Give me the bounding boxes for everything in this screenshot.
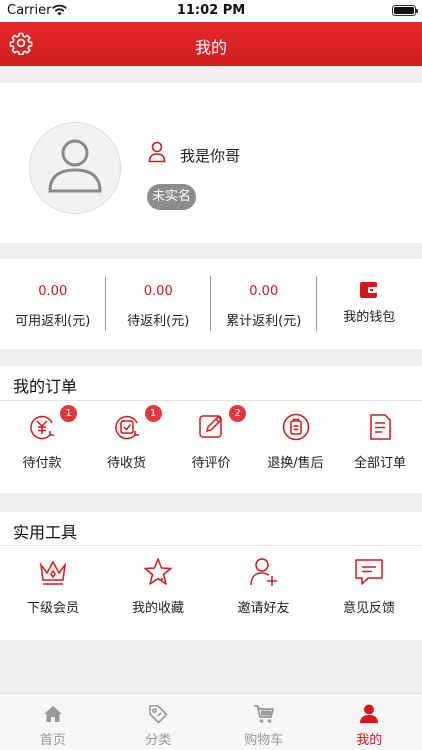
invite-friends-label: 邀请好友 xyxy=(237,601,290,616)
pending-rebate-label: 待返利(元) xyxy=(127,314,190,329)
tab-category-label: 分类 xyxy=(145,733,172,748)
home-icon xyxy=(43,706,62,722)
tab-home-label: 首页 xyxy=(39,733,66,748)
person-icon xyxy=(360,704,379,723)
order-return-service[interactable]: 退换/售后 xyxy=(254,411,338,471)
order-pending-review[interactable]: 2 待评价 xyxy=(169,405,253,471)
available-rebate[interactable]: 0.00 可用返利(元) xyxy=(0,276,106,336)
tool-feedback[interactable]: 意见反馈 xyxy=(327,556,411,616)
status-bar: Carrier 11:02 PM xyxy=(0,0,422,22)
feedback-icon xyxy=(355,559,383,585)
invite-friend-icon xyxy=(249,558,277,586)
total-rebate-value: 0.00 xyxy=(249,284,279,299)
tab-mine-label: 我的 xyxy=(356,733,383,748)
wallet-icon xyxy=(360,282,378,298)
feedback-label: 意见反馈 xyxy=(342,601,395,616)
tag-icon xyxy=(149,705,168,724)
return-service-icon xyxy=(282,413,309,441)
pending-review-label: 待评价 xyxy=(191,456,231,471)
crown-icon xyxy=(39,560,67,585)
pending-receipt-badge: 1 xyxy=(144,405,162,422)
my-wallet-button[interactable]: 我的钱包 xyxy=(317,276,422,336)
page-title: 我的 xyxy=(194,38,227,57)
total-rebate[interactable]: 0.00 累计返利(元) xyxy=(211,276,317,336)
tab-bar: 首页 分类 购物车 我的 xyxy=(0,693,422,750)
pending-receipt-icon xyxy=(114,415,139,440)
battery-icon xyxy=(392,5,418,16)
tools-section-title: 实用工具 xyxy=(13,523,78,542)
pending-review-badge: 2 xyxy=(229,405,246,422)
available-rebate-value: 0.00 xyxy=(38,284,68,299)
tab-cart[interactable]: 购物车 xyxy=(211,694,317,750)
tool-subordinate-members[interactable]: 下级会员 xyxy=(11,556,95,616)
tab-cart-label: 购物车 xyxy=(244,733,284,748)
tool-invite-friends[interactable]: 邀请好友 xyxy=(222,556,306,616)
pending-review-icon xyxy=(199,415,223,438)
user-icon xyxy=(148,141,166,163)
avatar[interactable] xyxy=(29,122,121,214)
pending-receipt-label: 待收货 xyxy=(106,456,146,471)
tab-mine[interactable]: 我的 xyxy=(317,694,422,750)
all-orders-icon xyxy=(370,414,391,440)
orders-section-title: 我的订单 xyxy=(13,377,78,396)
nickname: 我是你哥 xyxy=(180,147,241,165)
my-favorites-label: 我的收藏 xyxy=(131,601,184,616)
nav-bar: 我的 xyxy=(0,22,422,66)
total-rebate-label: 累计返利(元) xyxy=(226,314,302,329)
rebate-summary: 0.00 可用返利(元) 0.00 待返利(元) 0.00 累计返利(元) 我的… xyxy=(0,259,422,349)
available-rebate-label: 可用返利(元) xyxy=(15,314,91,329)
return-service-label: 退换/售后 xyxy=(267,456,324,471)
order-pending-receipt[interactable]: 1 待收货 xyxy=(85,405,169,471)
pending-payment-badge: 1 xyxy=(60,405,77,422)
pending-rebate[interactable]: 0.00 待返利(元) xyxy=(106,276,212,336)
orders-section: 我的订单 1 待付款 1 待收货 2 待评价 退换/售后 全部订单 xyxy=(0,366,422,493)
subordinate-members-label: 下级会员 xyxy=(26,601,79,616)
star-icon xyxy=(144,558,172,585)
verification-status-badge[interactable]: 未实名 xyxy=(147,184,197,210)
order-pending-payment[interactable]: 1 待付款 xyxy=(0,405,84,471)
order-all-orders[interactable]: 全部订单 xyxy=(338,411,422,471)
pending-payment-icon xyxy=(30,415,54,440)
clock: 11:02 PM xyxy=(176,3,246,18)
all-orders-label: 全部订单 xyxy=(353,456,406,471)
pending-rebate-value: 0.00 xyxy=(143,284,173,299)
cart-icon xyxy=(253,705,274,723)
divider xyxy=(0,545,422,546)
tab-home[interactable]: 首页 xyxy=(0,694,106,750)
avatar-placeholder-icon xyxy=(48,139,102,193)
tool-my-favorites[interactable]: 我的收藏 xyxy=(116,556,200,616)
my-wallet-label: 我的钱包 xyxy=(343,310,396,325)
pending-payment-label: 待付款 xyxy=(22,456,62,471)
tab-category[interactable]: 分类 xyxy=(106,694,212,750)
tools-section: 实用工具 下级会员 我的收藏 邀请好友 意见反馈 xyxy=(0,512,422,640)
profile-card: 我是你哥 未实名 xyxy=(0,83,422,243)
divider xyxy=(0,400,422,401)
